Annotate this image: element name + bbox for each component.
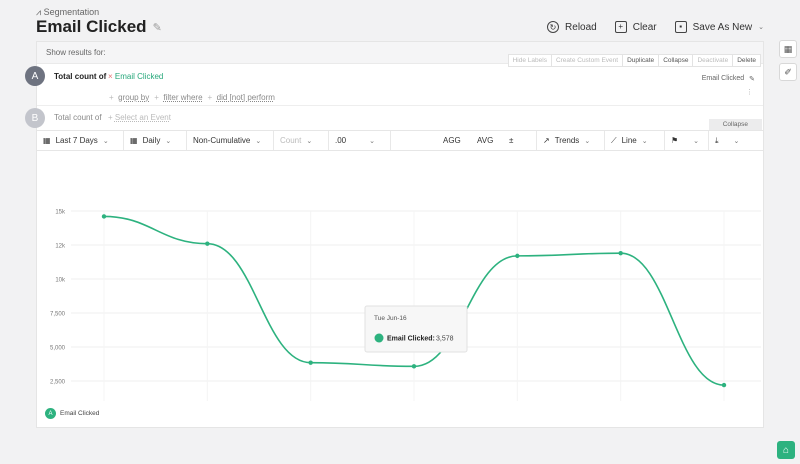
line-chart[interactable]: 02,5005,0007,50010k12k15kSat Jun-13Sun J… bbox=[37, 151, 763, 401]
y-tick-label: 15k bbox=[55, 210, 66, 216]
legend-label: Email Clicked bbox=[60, 410, 100, 417]
did-not-perform-link[interactable]: + did [not] perform bbox=[208, 87, 275, 105]
y-tick-label: 2,500 bbox=[50, 380, 66, 386]
clear-icon: + bbox=[614, 21, 627, 33]
agg-button[interactable]: AGG bbox=[437, 131, 471, 150]
avg-button[interactable]: AVG bbox=[471, 131, 501, 150]
pin-icon[interactable]: ✐ bbox=[779, 63, 797, 81]
event-row-b: B Total count of + Select an Event bbox=[25, 106, 763, 130]
segmentation-card: Show results for: Hide Labels Create Cus… bbox=[25, 41, 764, 428]
calendar-icon: ▦ bbox=[43, 136, 51, 145]
chevron-down-icon: ⌄ bbox=[758, 24, 764, 31]
chevron-down-icon: ⌄ bbox=[165, 137, 172, 145]
event-modifiers: + group by + filter where + did [not] pe… bbox=[109, 87, 275, 105]
download-icon: ⤓ bbox=[715, 135, 719, 145]
clear-button[interactable]: + Clear bbox=[614, 21, 657, 33]
reload-button[interactable]: ↻ Reload bbox=[547, 21, 597, 33]
chevron-down-icon: ⌄ bbox=[584, 137, 591, 145]
tooltip-box bbox=[364, 305, 468, 353]
show-results-bar: Show results for: Hide Labels Create Cus… bbox=[37, 42, 763, 67]
calendar-icon: ▦ bbox=[130, 136, 138, 145]
y-tick-label: 5,000 bbox=[50, 346, 66, 352]
formula-icon: ± bbox=[509, 136, 514, 145]
data-point[interactable] bbox=[411, 364, 417, 369]
chevron-down-icon: ⌄ bbox=[255, 137, 262, 145]
data-point[interactable] bbox=[101, 214, 107, 219]
select-event-input[interactable]: + Select an Event bbox=[108, 113, 171, 122]
chevron-down-icon: ⌄ bbox=[641, 137, 648, 145]
chart-type-select[interactable]: ⟋ Line ⌄ bbox=[605, 131, 665, 150]
y-tick-label: 12k bbox=[55, 244, 66, 250]
top-actions: ↻ Reload + Clear ▪ Save As New ⌄ bbox=[547, 21, 764, 33]
decimals-select[interactable]: .00 ⌄ bbox=[329, 131, 391, 150]
chevron-down-icon: ⌄ bbox=[102, 137, 109, 145]
chevron-down-icon: ⌄ bbox=[369, 137, 375, 145]
y-tick-label: 7,500 bbox=[50, 312, 66, 318]
remove-event-icon[interactable]: × bbox=[108, 72, 113, 81]
line-chart-icon: ⟋ bbox=[611, 135, 617, 145]
interval-select[interactable]: ▦ Daily ⌄ bbox=[124, 131, 187, 150]
right-rail: ▦ ✐ bbox=[779, 40, 797, 86]
cumulative-select[interactable]: Non-Cumulative ⌄ bbox=[187, 131, 274, 150]
save-as-new-button[interactable]: ▪ Save As New ⌄ bbox=[674, 21, 764, 33]
tooltip-label: Email Clicked: bbox=[387, 336, 435, 343]
show-results-label: Show results for: bbox=[46, 48, 106, 57]
chevron-down-icon: ⌄ bbox=[306, 137, 313, 145]
formula-button[interactable]: ± bbox=[503, 131, 537, 150]
event-badge-b: B bbox=[25, 108, 45, 128]
data-point[interactable] bbox=[205, 241, 210, 246]
legend-badge: A bbox=[45, 408, 56, 419]
collapse-toggle[interactable]: Collapse bbox=[708, 119, 762, 130]
chart-legend[interactable]: A Email Clicked bbox=[45, 408, 99, 419]
data-point[interactable] bbox=[618, 250, 623, 256]
trend-icon: ↗ bbox=[543, 136, 550, 145]
export-select[interactable]: ⤓ ⌄ bbox=[709, 131, 763, 150]
event-row-a: A Total count of × Email Clicked + group… bbox=[25, 64, 763, 106]
series-label: Email Clicked ✎ bbox=[701, 75, 755, 83]
flag-icon: ⚑ bbox=[671, 136, 679, 145]
tooltip-value: 3,578 bbox=[436, 336, 454, 343]
segmentation-icon: ⩘ bbox=[36, 7, 42, 17]
trends-select[interactable]: ↗ Trends ⌄ bbox=[537, 131, 605, 150]
date-range-select[interactable]: ▦ Last 7 Days ⌄ bbox=[37, 131, 124, 150]
drag-handle-icon[interactable]: ⋮ bbox=[746, 88, 753, 96]
data-point[interactable] bbox=[721, 382, 727, 388]
tooltip-date: Tue Jun-16 bbox=[374, 315, 407, 322]
event-badge-a: A bbox=[25, 66, 45, 86]
edit-series-icon[interactable]: ✎ bbox=[749, 75, 755, 83]
page-title: Email Clicked ✎ bbox=[36, 17, 162, 36]
chart-toolbar: ▦ Last 7 Days ⌄ ▦ Daily ⌄ Non-Cumulative… bbox=[37, 130, 763, 151]
group-by-link[interactable]: + group by bbox=[109, 87, 149, 105]
edit-pencil-icon[interactable]: ✎ bbox=[153, 21, 162, 34]
table-view-icon[interactable]: ▦ bbox=[779, 40, 797, 58]
chevron-down-icon: ⌄ bbox=[733, 137, 740, 145]
total-count-label: Total count of bbox=[54, 72, 107, 81]
data-point[interactable] bbox=[515, 253, 520, 259]
chevron-down-icon: ⌄ bbox=[693, 137, 700, 145]
reload-icon: ↻ bbox=[547, 21, 560, 33]
annotation-flag-select[interactable]: ⚑ ⌄ bbox=[665, 131, 709, 150]
y-tick-label: 10k bbox=[55, 278, 66, 284]
save-icon: ▪ bbox=[674, 21, 687, 33]
tooltip-series-dot bbox=[374, 333, 384, 343]
home-icon[interactable]: ⌂ bbox=[777, 441, 795, 459]
data-point[interactable] bbox=[308, 360, 313, 365]
filter-where-link[interactable]: + filter where bbox=[154, 87, 202, 105]
count-select[interactable]: Count ⌄ bbox=[274, 131, 329, 150]
total-count-label-b: Total count of bbox=[54, 113, 102, 122]
event-selector-a[interactable]: × Email Clicked bbox=[108, 72, 163, 81]
